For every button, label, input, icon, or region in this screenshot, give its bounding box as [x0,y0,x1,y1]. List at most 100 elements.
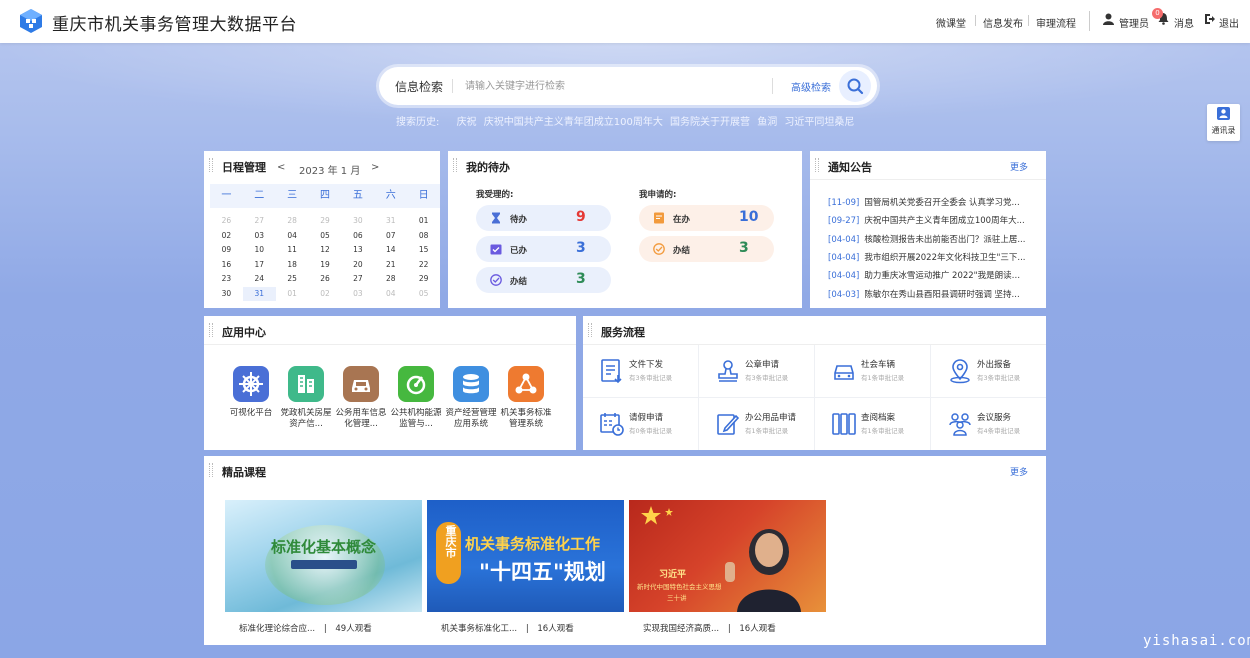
calendar-day[interactable]: 03 [341,287,374,302]
calendar-day[interactable]: 30 [210,287,243,302]
calendar-day[interactable]: 30 [341,214,374,229]
nav-info-publish[interactable]: 信息发布 [983,15,1023,30]
app-tile[interactable]: 可视化平台 [225,366,277,432]
service-item[interactable]: 外出报备 有3条审批记录 [931,345,1047,397]
todo-pending-pill[interactable]: 待办 9 [476,205,611,231]
message-link[interactable]: 消息 [1174,15,1194,30]
calendar-day[interactable]: 09 [210,243,243,258]
calendar-day[interactable]: 20 [341,258,374,273]
app-tile[interactable]: 公共机构能源监管与... [390,366,442,432]
service-item[interactable]: 社会车辆 有1条审批记录 [815,345,931,397]
contacts-button[interactable]: 通讯录 [1207,104,1240,141]
app-tile[interactable]: 机关事务标准管理系统 [500,366,552,432]
calendar-day[interactable]: 24 [243,272,276,287]
drag-handle[interactable] [815,158,819,172]
calendar-day[interactable]: 08 [407,229,440,244]
history-item[interactable]: 国务院关于开展营 [670,117,750,128]
service-item[interactable]: 文件下发 有3条审批记录 [583,345,699,397]
course-card[interactable]: 标准化基本概念 标准化理论综合应... | 49人观看 [225,500,422,634]
history-item[interactable]: 庆祝中国共产主义青年团成立100周年大 [484,117,663,128]
applied-finished-pill[interactable]: 办结 3 [639,236,774,262]
service-item[interactable]: 会议服务 有4条审批记录 [931,398,1047,450]
calendar-day[interactable]: 01 [276,287,309,302]
drag-handle[interactable] [209,463,213,477]
calendar-day[interactable]: 04 [374,287,407,302]
notice-item[interactable]: [11-09] 国管局机关党委召开全委会 认真学习党... [828,196,1028,208]
calendar-day[interactable]: 06 [341,229,374,244]
message-badge: 0 [1152,8,1163,19]
calendar-day-today[interactable]: 31 [242,286,276,301]
calendar-day[interactable]: 02 [210,229,243,244]
course-card[interactable]: 习近平 新时代中国特色社会主义思想 三十讲 实现我国经济高质... | 16人观… [629,500,826,634]
calendar-day[interactable]: 25 [276,272,309,287]
nav-review-flow[interactable]: 审理流程 [1036,15,1076,30]
calendar-day[interactable]: 10 [243,243,276,258]
app-tile[interactable]: 公务用车信息化管理... [335,366,387,432]
calendar-day[interactable]: 11 [276,243,309,258]
calendar-day[interactable]: 07 [374,229,407,244]
todo-done-pill[interactable]: 已办 3 [476,236,611,262]
calendar-day[interactable]: 22 [407,258,440,273]
applied-inprogress-pill[interactable]: 在办 10 [639,205,774,231]
service-item[interactable]: 查阅档案 有1条审批记录 [815,398,931,450]
history-item[interactable]: 习近平同坦桑尼 [784,117,854,128]
thumbnail-side-text: 重庆市 [444,525,457,558]
calendar-day[interactable]: 31 [374,214,407,229]
calendar-day[interactable]: 14 [374,243,407,258]
drag-handle[interactable] [209,158,213,172]
service-item[interactable]: 办公用品申请 有1条审批记录 [699,398,815,450]
drag-handle[interactable] [453,158,457,172]
history-item[interactable]: 鱼洞 [757,117,777,128]
todo-finished-pill[interactable]: 办结 3 [476,267,611,293]
calendar-day[interactable]: 28 [374,272,407,287]
calendar-day[interactable]: 19 [309,258,342,273]
calendar-day[interactable]: 23 [210,272,243,287]
calendar-day[interactable]: 13 [341,243,374,258]
prev-month-button[interactable]: < [277,162,285,173]
search-button[interactable] [839,70,871,102]
next-month-button[interactable]: > [371,162,379,173]
calendar-day[interactable]: 21 [374,258,407,273]
notice-item[interactable]: [04-04] 我市组织开展2022年文化科技卫生"三下... [828,251,1028,263]
app-tile[interactable]: 资产经营管理应用系统 [445,366,497,432]
calendar-day[interactable]: 26 [309,272,342,287]
calendar-day[interactable]: 05 [407,287,440,302]
nav-micro-class[interactable]: 微课堂 [936,15,966,30]
user-name[interactable]: 管理员 [1119,15,1149,30]
advanced-search-link[interactable]: 高级检索 [791,79,831,94]
history-item[interactable]: 庆祝 [457,117,477,128]
calendar-day[interactable]: 27 [341,272,374,287]
calendar-day[interactable]: 02 [309,287,342,302]
calendar-day[interactable]: 28 [276,214,309,229]
calendar-day[interactable]: 15 [407,243,440,258]
course-card[interactable]: 重庆市 机关事务标准化工作 "十四五"规划 机关事务标准化工... | 16人观… [427,500,624,634]
calendar-day[interactable]: 17 [243,258,276,273]
search-input[interactable] [465,76,765,96]
calendar-day[interactable]: 16 [210,258,243,273]
calendar-week: 16 17 18 19 20 21 22 [210,258,440,273]
more-link[interactable]: 更多 [1010,465,1028,478]
notice-item[interactable]: [09-27] 庆祝中国共产主义青年团成立100周年大... [828,214,1028,226]
logout-link[interactable]: 退出 [1219,15,1239,30]
calendar-day[interactable]: 29 [309,214,342,229]
more-link[interactable]: 更多 [1010,160,1028,173]
calendar-day[interactable]: 18 [276,258,309,273]
calendar-day[interactable]: 12 [309,243,342,258]
service-item[interactable]: 请假申请 有0条审批记录 [583,398,699,450]
notice-item[interactable]: [04-04] 核酸检测报告未出前能否出门？派驻上居... [828,233,1028,245]
calendar-day[interactable]: 29 [407,272,440,287]
drag-handle[interactable] [209,323,213,337]
calendar-day[interactable]: 27 [243,214,276,229]
drag-handle[interactable] [588,323,592,337]
notice-item[interactable]: [04-04] 助力重庆冰雪运动推广 2022"我是朗读者"... [828,269,1028,281]
service-item[interactable]: 公章申请 有3条审批记录 [699,345,815,397]
notice-item[interactable]: [04-03] 陈敏尔在秀山县酉阳县调研时强调 坚持... [828,288,1028,300]
calendar-day[interactable]: 04 [276,229,309,244]
calendar-day[interactable]: 26 [210,214,243,229]
calendar-day[interactable]: 05 [309,229,342,244]
building-icon [288,366,324,402]
nav-divider [1028,15,1029,26]
calendar-day[interactable]: 01 [407,214,440,229]
app-tile[interactable]: 党政机关房屋资产信... [280,366,332,432]
calendar-day[interactable]: 03 [243,229,276,244]
